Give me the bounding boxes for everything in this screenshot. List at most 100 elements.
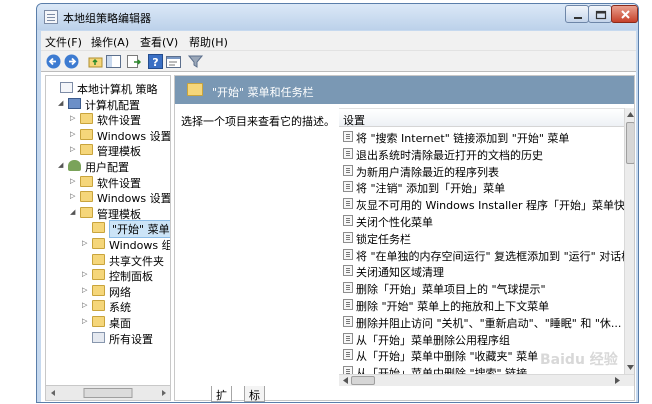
setting-row[interactable]: 删除 "开始" 菜单上的拖放和上下文菜单 [339,296,624,313]
app-window: 本地组策略编辑器 文件(F) 操作(A) 查看(V) 帮助(H) ? 本地计算机… [36,3,639,403]
policy-setting-icon [343,198,353,210]
setting-label: 为新用户清除最近的程序列表 [356,165,499,179]
tree-item-label: 用户配置 [85,161,129,174]
setting-label: 删除并阻止访问 "关机"、"重新启动"、"睡眠" 和 "休... [356,316,622,330]
tab-standard[interactable]: 标准 [244,386,265,402]
setting-label: 从「开始」菜单中删除 "收藏夹" 菜单 [356,350,539,364]
horizontal-scrollbar[interactable] [339,374,634,386]
expand-arrow-icon[interactable]: ▷ [70,115,77,122]
setting-row[interactable]: 删除并阻止访问 "关机"、"重新启动"、"睡眠" 和 "休... [339,313,624,330]
setting-row[interactable]: 灰显不可用的 Windows Installer 程序「开始」菜单快捷方... [339,195,624,212]
settings-icon [92,331,105,343]
vertical-scrollbar[interactable] [624,108,634,374]
description-text: 选择一个项目来查看它的描述。 [181,115,335,128]
column-header-setting[interactable]: 设置 [339,108,624,127]
setting-label: 从「开始」菜单删除公用程序组 [356,333,510,347]
folder-icon [80,206,93,218]
expand-arrow-icon[interactable]: ▷ [70,193,77,200]
collapse-arrow-icon [82,334,89,341]
setting-label: 锁定任务栏 [356,232,411,246]
tree-item-label: 管理模板 [97,145,141,159]
policy-setting-icon [343,248,353,260]
expand-arrow-icon[interactable]: ▷ [82,286,89,294]
folder-icon [92,238,105,249]
expand-arrow-icon[interactable]: ▷ [82,271,89,278]
setting-row[interactable]: 将 "在单独的内存空间运行" 复选框添加到 "运行" 对话框 [339,246,624,263]
tree-pane: 本地计算机 策略 ◢ 计算机配置 ▷ 软件设置 ▷ Windows 设置 ▷ 管理模板 ◢ 用户配置… [45,75,171,401]
setting-row[interactable]: 为新用户清除最近的程序列表 [339,162,624,179]
menu-help[interactable]: 帮助(H) [189,34,228,50]
detail-header: "开始" 菜单和任务栏 [175,76,634,104]
show-hide-tree-icon[interactable] [105,53,122,70]
menu-file[interactable]: 文件(F) [45,34,82,50]
policy-setting-icon [343,282,353,294]
up-folder-icon[interactable] [87,53,104,70]
expand-arrow-icon[interactable]: ▷ [70,177,77,185]
title-bar[interactable]: 本地组策略编辑器 [37,4,638,30]
horizontal-scroll-thumb[interactable] [351,376,375,385]
setting-row[interactable]: 删除「开始」菜单项目上的 "气球提示" [339,279,624,296]
expand-arrow-icon[interactable]: ▷ [70,146,77,153]
h-scroll-arrows [343,377,620,384]
setting-row[interactable]: 将 "搜索 Internet" 链接添加到 "开始" 菜单 [339,128,624,145]
expand-arrow-icon[interactable]: ▷ [82,302,89,309]
collapse-arrow-icon[interactable]: ◢ [58,162,65,169]
folder-icon [92,316,105,327]
properties-icon[interactable] [165,53,182,70]
tab-extended[interactable]: 扩展 [211,386,232,402]
tree-horizontal-scrollbar[interactable] [45,385,171,401]
minimize-button[interactable] [565,5,589,23]
expand-arrow-icon[interactable]: ▷ [82,240,89,247]
folder-icon [92,300,105,312]
maximize-button[interactable] [588,5,612,23]
folder-icon [92,284,105,296]
folder-icon [80,128,93,140]
policy-setting-icon [343,147,353,159]
collapse-arrow-icon [82,256,89,263]
collapse-arrow-icon[interactable]: ◢ [58,99,65,107]
tree-item-label: 系统 [109,301,131,315]
tree-item-label: 所有设置 [109,332,153,346]
collapse-arrow-icon [50,84,57,91]
policy-icon [60,82,73,93]
policy-setting-icon [343,231,353,243]
setting-row[interactable]: 关闭个性化菜单 [339,212,624,229]
tree-item-label: Windows 组 [109,239,171,252]
setting-row[interactable]: 锁定任务栏 [339,229,624,246]
policy-setting-icon [343,131,353,142]
back-icon[interactable] [45,53,62,70]
setting-row[interactable]: 从「开始」菜单删除公用程序组 [339,330,624,347]
window-title: 本地组策略编辑器 [63,12,151,25]
setting-label: 将 "在单独的内存空间运行" 复选框添加到 "运行" 对话框 [356,249,624,263]
expand-arrow-icon[interactable]: ▷ [82,318,89,325]
tree-scrollbar-arrows [51,388,166,398]
tree-item-label: Windows 设置 [97,129,171,143]
tree-item-label: 计算机配置 [85,98,140,112]
close-button[interactable] [611,5,638,23]
tree-item-label: 控制面板 [109,270,153,284]
tree-item-label: "开始" 菜单 [109,220,170,239]
setting-row[interactable]: 关闭通知区域清理 [339,262,624,279]
menu-action[interactable]: 操作(A) [91,34,129,50]
menu-view[interactable]: 查看(V) [140,34,178,50]
policy-setting-icon [343,332,353,344]
setting-row[interactable]: 退出系统时清除最近打开的文档的历史 [339,145,624,162]
vertical-scroll-thumb[interactable] [626,122,634,164]
setting-row[interactable]: 将 "注销" 添加到「开始」菜单 [339,178,624,195]
collapse-arrow-icon[interactable]: ◢ [70,208,77,216]
toolbar: ? [41,50,636,71]
detail-title: "开始" 菜单和任务栏 [212,86,314,99]
export-list-icon[interactable] [125,53,142,70]
setting-label: 退出系统时清除最近打开的文档的历史 [356,148,543,162]
folder-icon [92,253,105,265]
folder-icon [80,113,93,125]
help-icon[interactable]: ? [147,53,164,70]
filter-icon[interactable] [187,53,204,70]
forward-icon[interactable] [63,53,80,70]
expand-arrow-icon[interactable]: ▷ [70,130,77,138]
folder-icon [187,83,203,96]
tree-item-label: 桌面 [109,317,131,330]
policy-setting-icon [343,315,353,327]
setting-label: 灰显不可用的 Windows Installer 程序「开始」菜单快捷方... [356,199,624,213]
policy-setting-icon [343,181,353,193]
